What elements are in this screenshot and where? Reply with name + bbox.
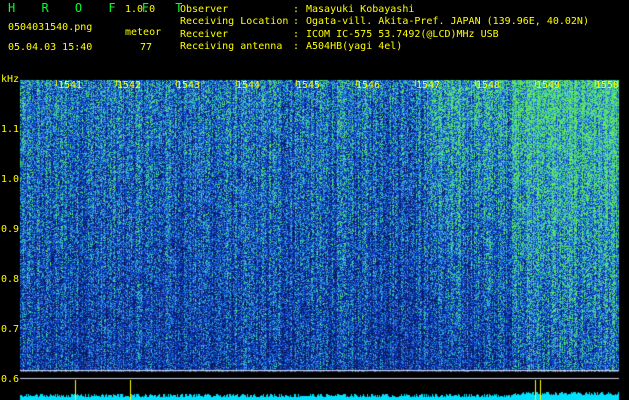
info-colon: : [293,16,300,28]
x-tick-minute-label: 1544 [236,80,261,91]
y-axis-unit-label: kHz [1,74,20,85]
hrofft-spectrogram-screen: H R O F F T 1.0.0 0504031540.png meteor … [0,0,629,400]
info-key: Observer [180,3,229,15]
info-value: Ogata-vill. Akita-Pref. JAPAN (139.96E, … [306,16,589,28]
y-tick-label: 0.9 [1,224,20,235]
x-tick-minute-label: 1549 [536,80,561,91]
y-tick-label: 0.6 [1,374,20,385]
app-title: H R O F F T [8,1,192,15]
info-row-location: Receiving Location : Ogata-vill. Akita-P… [180,16,589,29]
meteor-count-label: meteor [125,27,162,38]
info-key: Receiving Location [180,16,289,28]
x-tick-minute-label: 1543 [176,80,201,91]
info-value: Masayuki Kobayashi [306,3,415,15]
observation-datetime: 05.04.03 15:40 [8,42,93,53]
x-tick-minute-label: 1547 [416,80,441,91]
x-tick-minute-label: 1545 [296,80,321,91]
x-tick-minute-label: 1550 [595,80,620,91]
info-colon: : [293,3,300,15]
y-tick-label: 0.8 [1,274,20,285]
app-version: 1.0.0 [125,4,156,15]
meteor-count-value: 77 [140,42,153,53]
image-filename: 0504031540.png [8,22,93,33]
y-tick-label: 1.1 [1,124,20,135]
info-row-observer: Observer : Masayuki Kobayashi [180,3,589,16]
station-info-panel: Observer : Masayuki Kobayashi Receiving … [180,3,589,53]
info-row-receiver: Receiver : ICOM IC-575 53.7492(@LCD)MHz … [180,28,589,41]
info-value: A504HB(yagi 4el) [306,41,403,53]
info-key: Receiver [180,28,229,40]
x-tick-minute-label: 1541 [58,80,83,91]
info-value: ICOM IC-575 53.7492(@LCD)MHz USB [306,28,499,40]
spectrogram-canvas [0,0,629,400]
y-tick-label: 0.7 [1,324,20,335]
x-tick-minute-label: 1548 [476,80,501,91]
info-key: Receiving antenna [180,41,283,53]
y-tick-label: 1.0 [1,174,20,185]
info-row-antenna: Receiving antenna : A504HB(yagi 4el) [180,41,589,54]
x-tick-minute-label: 1546 [356,80,381,91]
info-colon: : [293,41,300,53]
info-colon: : [293,28,300,40]
x-tick-minute-label: 1542 [117,80,142,91]
